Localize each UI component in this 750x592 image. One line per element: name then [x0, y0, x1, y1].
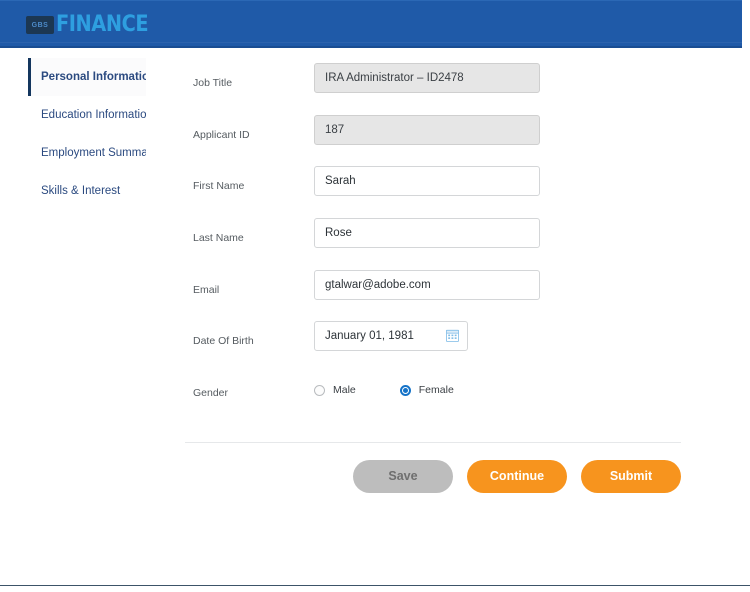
last-name-control — [314, 218, 540, 249]
job-title-control — [314, 63, 540, 93]
logo-badge-icon: GBS — [26, 16, 54, 34]
gender-option-female[interactable]: Female — [399, 384, 454, 397]
continue-button[interactable]: Continue — [467, 459, 567, 493]
first-name-input[interactable] — [314, 166, 540, 197]
date-of-birth-label: Date Of Birth — [193, 335, 254, 348]
form-row-job-title: Job Title — [193, 63, 693, 115]
form-row-first-name: First Name — [193, 166, 693, 218]
last-name-label: Last Name — [193, 232, 244, 245]
gender-option-female-label: Female — [418, 384, 454, 397]
form-row-email: Email — [193, 269, 693, 322]
sidebar-item-education-information[interactable]: Education Information — [28, 96, 146, 134]
email-input[interactable] — [314, 269, 540, 300]
applicant-id-input[interactable] — [314, 114, 540, 145]
email-label: Email — [193, 283, 220, 296]
email-control — [314, 269, 540, 300]
app-header: GBS FINANCE — [0, 0, 742, 48]
radio-unchecked-icon[interactable] — [314, 384, 325, 396]
personal-information-form: Job Title Applicant ID First Name Last N… — [193, 63, 693, 425]
form-actions-divider — [185, 442, 681, 443]
first-name-label: First Name — [193, 180, 245, 193]
application-window: GBS FINANCE Personal Information Educati… — [0, 0, 750, 592]
header-inner-rule — [0, 42, 742, 43]
sidebar-item-employment-summary[interactable]: Employment Summary — [28, 134, 146, 172]
sidebar-nav: Personal Information Education Informati… — [28, 58, 146, 210]
page-content: Personal Information Education Informati… — [0, 48, 742, 585]
gender-option-male[interactable]: Male — [314, 384, 356, 396]
right-gutter — [742, 0, 750, 592]
gender-radio-group: Male Female — [314, 373, 498, 405]
sidebar-item-label: Skills & Interest — [41, 185, 121, 197]
sidebar-item-label: Personal Information — [41, 71, 146, 83]
form-row-date-of-birth: Date Of Birth — [193, 321, 693, 373]
applicant-id-control — [314, 114, 540, 145]
brand-logo[interactable]: GBS FINANCE — [26, 12, 161, 38]
save-button[interactable]: Save — [353, 459, 453, 493]
date-of-birth-control — [314, 321, 468, 352]
submit-button[interactable]: Submit — [581, 459, 681, 493]
gender-control: Male Female — [314, 373, 498, 405]
form-row-gender: Gender Male Female — [193, 373, 693, 425]
logo-wordmark: FINANCE — [56, 12, 149, 37]
first-name-control — [314, 166, 540, 197]
job-title-input[interactable] — [314, 63, 540, 93]
date-input-wrapper — [314, 321, 468, 352]
sidebar-item-skills-interest[interactable]: Skills & Interest — [28, 172, 146, 210]
applicant-id-label: Applicant ID — [193, 128, 250, 141]
form-row-applicant-id: Applicant ID — [193, 114, 693, 167]
date-of-birth-input[interactable] — [314, 321, 468, 352]
sidebar-item-personal-information[interactable]: Personal Information — [28, 58, 146, 96]
last-name-input[interactable] — [314, 218, 540, 249]
sidebar-item-label: Employment Summary — [41, 147, 146, 159]
form-actions-bar: Save Continue Submit — [185, 459, 681, 493]
job-title-label: Job Title — [193, 77, 233, 89]
form-row-last-name: Last Name — [193, 218, 693, 270]
sidebar-item-label: Education Information — [41, 109, 146, 121]
gender-option-male-label: Male — [333, 384, 356, 397]
radio-checked-icon[interactable] — [399, 384, 411, 396]
bottom-rule — [0, 585, 750, 586]
logo-badge-text: GBS — [31, 21, 49, 29]
gender-label: Gender — [193, 387, 229, 400]
